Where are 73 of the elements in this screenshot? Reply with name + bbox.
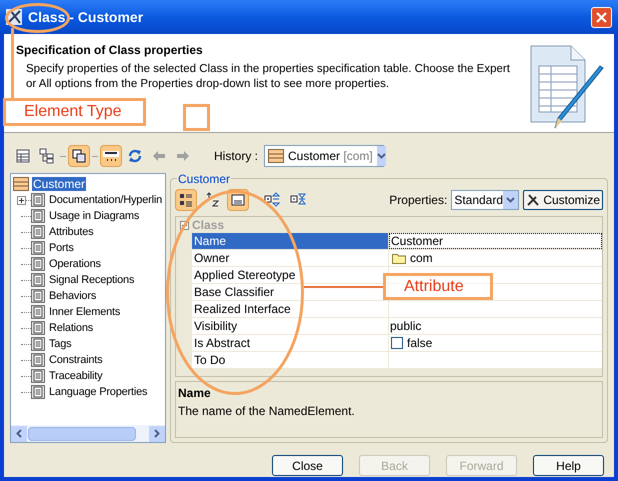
document-icon bbox=[31, 257, 45, 271]
property-value-cell[interactable]: Customer bbox=[389, 233, 602, 249]
document-icon bbox=[31, 369, 45, 383]
header-title: Specification of Class properties bbox=[16, 42, 204, 59]
properties-dropdown[interactable]: Standard bbox=[451, 190, 520, 210]
properties-label: Properties: bbox=[389, 192, 448, 209]
callout-label: Attribute bbox=[383, 273, 493, 300]
property-name-cell: To Do bbox=[192, 352, 388, 368]
document-icon bbox=[31, 321, 45, 335]
document-icon bbox=[31, 273, 45, 287]
tree-item[interactable]: Ports bbox=[48, 240, 75, 256]
close-icon bbox=[596, 12, 607, 22]
property-name-cell: Is Abstract bbox=[192, 335, 388, 351]
callout-label: Element Type bbox=[3, 98, 146, 126]
expand-icon[interactable] bbox=[17, 196, 26, 204]
property-value-cell[interactable] bbox=[389, 352, 602, 368]
dialog-button[interactable]: Close bbox=[272, 455, 343, 476]
history-value: Customer bbox=[288, 149, 340, 163]
callout-box bbox=[183, 104, 210, 131]
property-name-cell: Name bbox=[192, 233, 388, 249]
property-name-cell: Visibility bbox=[192, 318, 388, 334]
tree-item[interactable]: Constraints bbox=[48, 352, 104, 368]
folder-icon bbox=[392, 252, 406, 264]
history-label: History : bbox=[214, 148, 258, 165]
property-name-cell: Applied Stereotype bbox=[192, 267, 388, 283]
dialog-button[interactable]: Help bbox=[533, 455, 604, 476]
tree-item[interactable]: Relations bbox=[48, 320, 94, 336]
tree-item[interactable]: Attributes bbox=[48, 224, 94, 240]
tree-item[interactable]: Traceability bbox=[48, 368, 104, 384]
document-icon bbox=[31, 385, 45, 399]
tree-item[interactable]: Inner Elements bbox=[48, 304, 122, 320]
class-icon bbox=[268, 149, 284, 163]
document-icon bbox=[31, 353, 45, 367]
class-icon bbox=[13, 177, 29, 191]
document-icon bbox=[31, 209, 45, 223]
property-name-cell: Owner bbox=[192, 250, 388, 266]
tree-item[interactable]: Signal Receptions bbox=[48, 272, 136, 288]
history-owner: [com] bbox=[343, 149, 373, 163]
document-icon bbox=[31, 225, 45, 239]
scroll-left-icon[interactable] bbox=[11, 426, 27, 442]
property-name-cell: Realized Interface bbox=[192, 301, 388, 317]
tree-item[interactable]: Usage in Diagrams bbox=[48, 208, 140, 224]
tree-item[interactable]: Tags bbox=[48, 336, 72, 352]
checkbox[interactable] bbox=[391, 337, 403, 349]
header-description: Specify properties of the selected Class in the properties specification table. Choose the Expert or All options from the Properties drop-down list to see more properties. bbox=[25, 62, 511, 92]
customize-button[interactable]: Customize bbox=[523, 190, 603, 210]
tree-item[interactable]: Customer bbox=[32, 177, 86, 191]
document-icon bbox=[31, 305, 45, 319]
tree-item[interactable]: Operations bbox=[48, 256, 102, 272]
document-icon bbox=[31, 337, 45, 351]
description-text: The name of the NamedElement. bbox=[178, 403, 356, 420]
scroll-right-icon[interactable] bbox=[149, 426, 165, 442]
property-value-cell[interactable]: false bbox=[389, 335, 602, 351]
tree-item[interactable]: Behaviors bbox=[48, 288, 98, 304]
document-icon bbox=[31, 289, 45, 303]
description-title: Name bbox=[178, 385, 212, 402]
windows-icon[interactable] bbox=[68, 145, 90, 167]
document-icon bbox=[31, 241, 45, 255]
category-label: Class bbox=[192, 217, 224, 234]
property-value-cell[interactable]: public bbox=[389, 318, 602, 334]
property-name-cell: Base Classifier bbox=[192, 284, 388, 300]
horizontal-scrollbar[interactable] bbox=[11, 425, 165, 442]
list-icon[interactable] bbox=[175, 189, 197, 211]
tree-item[interactable]: Language Properties bbox=[48, 384, 148, 400]
leader-line bbox=[11, 28, 14, 98]
document-icon bbox=[31, 193, 45, 207]
close-button[interactable] bbox=[591, 6, 612, 28]
tree-item[interactable]: Documentation/Hyperlin bbox=[48, 192, 163, 208]
text-icon[interactable] bbox=[100, 145, 122, 167]
property-value-cell[interactable]: com bbox=[389, 250, 602, 266]
history-dropdown[interactable]: Customer [com] bbox=[264, 145, 384, 167]
callout-ellipse bbox=[5, 3, 70, 33]
property-value-cell[interactable] bbox=[389, 301, 602, 317]
